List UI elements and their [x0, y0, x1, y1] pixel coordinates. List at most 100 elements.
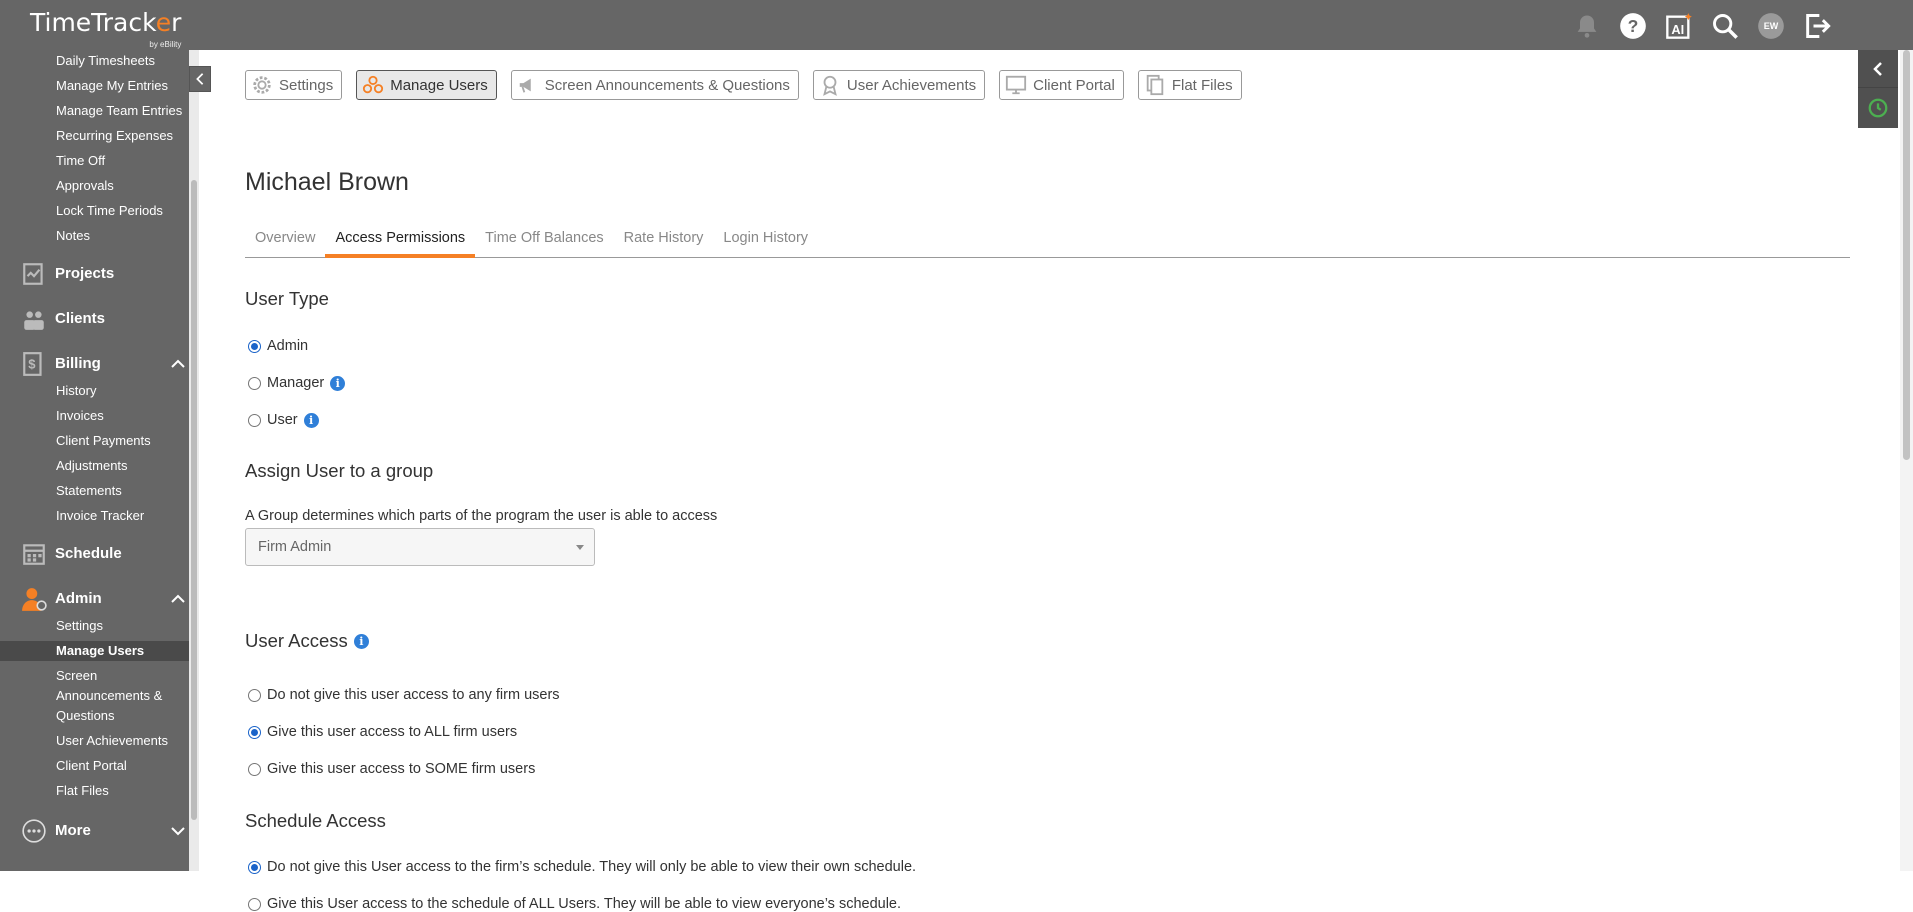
tab-login-history[interactable]: Login History — [713, 225, 818, 258]
sidebar-section-label: Projects — [55, 265, 115, 282]
tab-time-off-balances[interactable]: Time Off Balances — [475, 225, 613, 258]
user-type-option-manager[interactable]: Manager i — [248, 375, 346, 391]
client-portal-button[interactable]: Client Portal — [999, 70, 1124, 100]
sidebar-item-screen-announcements-line3[interactable]: Questions — [56, 708, 115, 723]
radio-user-access-some[interactable] — [248, 762, 261, 776]
sidebar-item-client-payments[interactable]: Client Payments — [56, 433, 151, 448]
radio-label: Give this user access to SOME firm users — [267, 761, 536, 777]
tab-rate-history[interactable]: Rate History — [614, 225, 714, 258]
page-scrollbar-thumb[interactable] — [1903, 50, 1910, 460]
sidebar-item-flat-files[interactable]: Flat Files — [56, 783, 109, 798]
chevron-up-icon[interactable] — [170, 356, 186, 372]
timer-icon — [1868, 98, 1888, 118]
user-access-option-all[interactable]: Give this user access to ALL firm users — [248, 724, 517, 740]
schedule-access-option-own[interactable]: Do not give this User access to the firm… — [248, 859, 916, 875]
screen-announcements-button-label: Screen Announcements & Questions — [544, 76, 790, 94]
schedule-access-option-all[interactable]: Give this User access to the schedule of… — [248, 896, 901, 912]
user-achievements-button[interactable]: User Achievements — [812, 70, 986, 100]
sidebar-scrollbar-thumb[interactable] — [191, 180, 197, 820]
calendar-icon — [20, 540, 47, 567]
sidebar-item-approvals[interactable]: Approvals — [56, 178, 114, 193]
radio-admin[interactable] — [248, 339, 261, 353]
sidebar: Daily Timesheets Manage My Entries Manag… — [0, 50, 189, 871]
tab-overview[interactable]: Overview — [245, 225, 325, 258]
logo-text-end: r — [171, 8, 182, 37]
logo-text-accent: e — [155, 8, 172, 37]
svg-text:AI: AI — [1671, 22, 1684, 37]
sidebar-item-invoices[interactable]: Invoices — [56, 408, 104, 423]
timetracker-logo[interactable]: TimeTracker by eBility — [30, 8, 182, 49]
sidebar-item-history[interactable]: History — [56, 383, 96, 398]
clients-icon — [20, 305, 47, 332]
sidebar-item-notes[interactable]: Notes — [56, 228, 90, 243]
radio-label: Admin — [267, 338, 309, 354]
sidebar-item-settings[interactable]: Settings — [56, 618, 103, 633]
user-access-option-none[interactable]: Do not give this user access to any firm… — [248, 687, 560, 703]
radio-schedule-all[interactable] — [248, 897, 261, 911]
screen-announcements-button[interactable]: Screen Announcements & Questions — [510, 70, 799, 100]
sidebar-section-clients[interactable]: Clients — [20, 305, 105, 332]
sidebar-item-time-off[interactable]: Time Off — [56, 153, 105, 168]
sidebar-item-manage-users[interactable]: Manage Users — [56, 643, 144, 658]
radio-user-access-all[interactable] — [248, 725, 261, 739]
sidebar-item-client-portal[interactable]: Client Portal — [56, 758, 127, 773]
user-type-option-user[interactable]: User i — [248, 412, 319, 428]
collapse-sidebar-button[interactable] — [189, 66, 211, 92]
help-icon[interactable]: ? — [1617, 10, 1649, 42]
page-title: Michael Brown — [245, 168, 409, 196]
sidebar-item-screen-announcements-line2[interactable]: Announcements & — [56, 688, 162, 703]
info-icon[interactable]: i — [330, 375, 346, 391]
top-bar: TimeTracker by eBility ? AI EW — [0, 0, 1913, 50]
radio-schedule-own[interactable] — [248, 860, 261, 874]
chevron-down-icon[interactable] — [170, 823, 186, 839]
sidebar-item-manage-team-entries[interactable]: Manage Team Entries — [56, 103, 182, 118]
sidebar-item-statements[interactable]: Statements — [56, 483, 122, 498]
sidebar-item-user-achievements[interactable]: User Achievements — [56, 733, 168, 748]
assign-group-heading-text: Assign User to a group — [245, 460, 434, 481]
svg-text:?: ? — [1628, 16, 1639, 36]
award-icon — [823, 75, 837, 96]
info-icon[interactable]: i — [303, 412, 319, 428]
flat-files-button-label: Flat Files — [1171, 76, 1233, 94]
flat-files-button[interactable]: Flat Files — [1137, 70, 1242, 100]
sidebar-item-lock-time-periods[interactable]: Lock Time Periods — [56, 203, 163, 218]
ai-icon[interactable]: AI — [1663, 10, 1695, 42]
radio-label: Do not give this user access to any firm… — [267, 687, 560, 703]
user-access-option-some[interactable]: Give this user access to SOME firm users — [248, 761, 535, 777]
page-scrollbar[interactable] — [1900, 50, 1913, 871]
sidebar-section-projects[interactable]: Projects — [20, 260, 114, 287]
schedule-access-heading: Schedule Access — [245, 810, 386, 832]
sidebar-item-recurring-expenses[interactable]: Recurring Expenses — [56, 128, 173, 143]
sidebar-section-schedule[interactable]: Schedule — [20, 540, 122, 567]
logo-text: TimeTrack — [30, 8, 156, 37]
sidebar-item-screen-announcements-line1[interactable]: Screen — [56, 668, 97, 683]
sidebar-item-daily-timesheets[interactable]: Daily Timesheets — [56, 53, 155, 68]
logout-icon[interactable] — [1801, 10, 1833, 42]
sidebar-section-admin[interactable]: Admin — [20, 585, 102, 612]
group-select[interactable]: Firm Admin — [245, 528, 595, 566]
radio-user-access-none[interactable] — [248, 688, 261, 702]
sidebar-section-more[interactable]: More — [20, 817, 91, 844]
user-type-option-admin[interactable]: Admin — [248, 338, 308, 354]
sidebar-item-manage-my-entries[interactable]: Manage My Entries — [56, 78, 168, 93]
notifications-bell-icon[interactable] — [1571, 10, 1603, 42]
manage-users-button[interactable]: Manage Users — [356, 70, 497, 100]
chevron-up-icon[interactable] — [170, 591, 186, 607]
avatar[interactable]: EW — [1755, 10, 1787, 42]
group-select-value: Firm Admin — [258, 539, 332, 555]
sidebar-item-invoice-tracker[interactable]: Invoice Tracker — [56, 508, 144, 523]
radio-manager[interactable] — [248, 376, 261, 390]
radio-user[interactable] — [248, 413, 261, 427]
info-icon[interactable]: i — [353, 633, 369, 649]
timer-button[interactable] — [1858, 88, 1898, 128]
sidebar-section-label: Schedule — [55, 545, 122, 562]
billing-icon: $ — [20, 350, 47, 377]
sidebar-section-label: Admin — [55, 590, 102, 607]
sidebar-section-billing[interactable]: $ Billing — [20, 350, 101, 377]
user-access-heading-text: User Access — [245, 630, 348, 651]
search-icon[interactable] — [1709, 10, 1741, 42]
sidebar-item-adjustments[interactable]: Adjustments — [56, 458, 128, 473]
settings-button[interactable]: Settings — [245, 70, 343, 100]
tab-access-permissions[interactable]: Access Permissions — [325, 225, 476, 258]
right-rail-collapse-button[interactable] — [1858, 50, 1898, 88]
